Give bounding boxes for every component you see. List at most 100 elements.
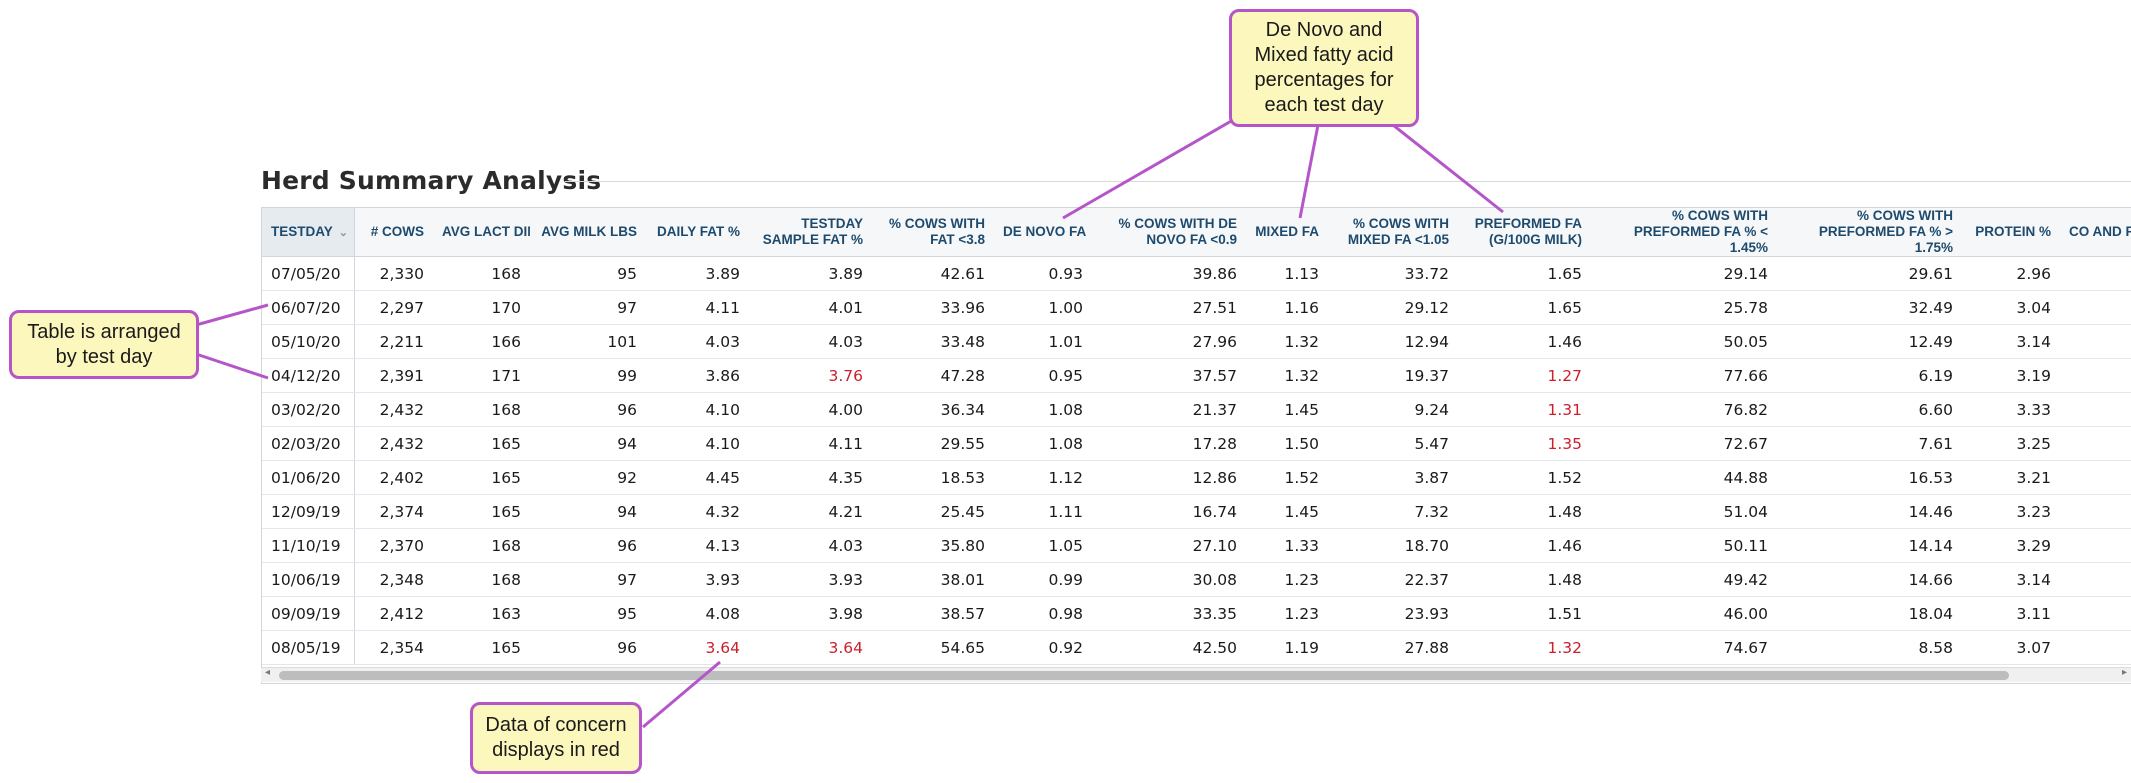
scrollbar-thumb[interactable] (279, 671, 2009, 680)
table-cell-testday: 02/03/20 (262, 426, 355, 461)
table-cell: 4.03 (749, 324, 872, 359)
herd-summary-table: TESTDAY ⌄ # COWS AVG LACT DIM AVG MILK LB… (262, 208, 2131, 665)
table-cell: 166 (433, 324, 530, 359)
column-header-cows-preformed-above[interactable]: % COWS WITH PREFORMED FA % > 1.75% (1777, 208, 1962, 257)
column-header-cows[interactable]: # COWS (354, 208, 433, 257)
arrow-right-icon[interactable]: ▸ (2122, 667, 2127, 678)
table-cell: 3.87 (1328, 460, 1458, 495)
column-header-cows-fat-below[interactable]: % COWS WITH FAT <3.8 (872, 208, 994, 257)
table-cell: 97 (530, 562, 646, 597)
chevron-down-icon[interactable]: ⌄ (339, 227, 348, 239)
table-row[interactable]: 11/10/19 2,370 168 96 4.13 4.03 35.80 1.05 27.10… (262, 528, 2131, 563)
table-cell: 46.00 (1591, 596, 1777, 631)
table-cell: 1.27 (1458, 358, 1591, 393)
table-row[interactable]: 07/05/20 2,330 168 95 3.89 3.89 42.61 0.93 39.86… (262, 256, 2131, 291)
column-header-protein[interactable]: PROTEIN % (1962, 208, 2060, 257)
table-cell: 163 (433, 596, 530, 631)
table-cell: 168 (433, 528, 530, 563)
table-cell: 4.13 (646, 528, 749, 563)
title-divider (565, 181, 2131, 182)
table-row[interactable]: 09/09/19 2,412 163 95 4.08 3.98 38.57 0.98 33.35… (262, 596, 2131, 631)
table-cell: 14.66 (1777, 562, 1962, 597)
table-row[interactable]: 04/12/20 2,391 171 99 3.86 3.76 47.28 0.95 37.57… (262, 358, 2131, 393)
table-cell: 27.96 (1092, 324, 1246, 359)
table-cell: 3.33 (1962, 392, 2060, 427)
table-cell: 168 (433, 562, 530, 597)
table-cell: 1.19 (1246, 630, 1328, 665)
table-cell: 36.34 (872, 392, 994, 427)
table-cell: 76.82 (1591, 392, 1777, 427)
table-cell: 2.96 (1962, 256, 2060, 291)
table-cell: 29.12 (1328, 290, 1458, 325)
leader-line-testday-upper (195, 303, 269, 327)
table-cell (2060, 596, 2131, 631)
table-row[interactable]: 12/09/19 2,374 165 94 4.32 4.21 25.45 1.11 16.74… (262, 494, 2131, 529)
table-cell: 2,297 (354, 290, 433, 325)
table-cell: 3.89 (646, 256, 749, 291)
table-cell: 1.65 (1458, 290, 1591, 325)
table-cell: 12.94 (1328, 324, 1458, 359)
table-cell: 5.47 (1328, 426, 1458, 461)
table-cell: 49.42 (1591, 562, 1777, 597)
table-cell: 16.74 (1092, 494, 1246, 529)
table-cell: 96 (530, 392, 646, 427)
table-cell: 77.66 (1591, 358, 1777, 393)
leader-line-de-novo (1062, 118, 1234, 220)
horizontal-scrollbar[interactable]: ◂ ▸ (261, 667, 2131, 682)
table-row[interactable]: 03/02/20 2,432 168 96 4.10 4.00 36.34 1.08 21.37… (262, 392, 2131, 427)
table-cell: 7.61 (1777, 426, 1962, 461)
table-cell: 3.64 (749, 630, 872, 665)
table-cell: 1.32 (1458, 630, 1591, 665)
table-row[interactable]: 08/05/19 2,354 165 96 3.64 3.64 54.65 0.92 42.50… (262, 630, 2131, 665)
table-cell: 0.98 (994, 596, 1092, 631)
table-cell: 3.29 (1962, 528, 2060, 563)
table-cell: 3.25 (1962, 426, 2060, 461)
column-header-cows-mixed-below[interactable]: % COWS WITH MIXED FA <1.05 (1328, 208, 1458, 257)
table-cell: 4.10 (646, 426, 749, 461)
table-row[interactable]: 05/10/20 2,211 166 101 4.03 4.03 33.48 1.01 27.9… (262, 324, 2131, 359)
table-cell: 3.04 (1962, 290, 2060, 325)
table-cell: 32.49 (1777, 290, 1962, 325)
table-cell: 72.67 (1591, 426, 1777, 461)
column-header-cows-preformed-below[interactable]: % COWS WITH PREFORMED FA % < 1.45% (1591, 208, 1777, 257)
table-cell: 1.32 (1246, 358, 1328, 393)
table-cell: 94 (530, 494, 646, 529)
column-header-preformed-fa[interactable]: PREFORMED FA (G/100G MILK) (1458, 208, 1591, 257)
table-cell: 101 (530, 324, 646, 359)
table-cell: 14.14 (1777, 528, 1962, 563)
table-cell: 96 (530, 528, 646, 563)
table-cell: 21.37 (1092, 392, 1246, 427)
table-cell-testday: 12/09/19 (262, 494, 355, 529)
table-cell: 165 (433, 494, 530, 529)
table-cell: 4.35 (749, 460, 872, 495)
column-header-testday-sample-fat[interactable]: TESTDAY SAMPLE FAT % (749, 208, 872, 257)
table-cell: 1.16 (1246, 290, 1328, 325)
table-cell: 7.32 (1328, 494, 1458, 529)
column-header-truncated[interactable]: CO AND PR (2060, 208, 2131, 257)
column-header-daily-fat[interactable]: DAILY FAT % (646, 208, 749, 257)
column-header-de-novo-fa[interactable]: DE NOVO FA (994, 208, 1092, 257)
table-row[interactable]: 10/06/19 2,348 168 97 3.93 3.93 38.01 0.99 30.08… (262, 562, 2131, 597)
table-cell: 14.46 (1777, 494, 1962, 529)
arrow-left-icon[interactable]: ◂ (265, 667, 270, 678)
column-header-testday[interactable]: TESTDAY ⌄ (262, 208, 355, 257)
column-header-avg-milk-lbs[interactable]: AVG MILK LBS (530, 208, 646, 257)
table-cell: 1.23 (1246, 596, 1328, 631)
table-cell: 29.61 (1777, 256, 1962, 291)
table-cell: 1.45 (1246, 392, 1328, 427)
table-row[interactable]: 02/03/20 2,432 165 94 4.10 4.11 29.55 1.08 17.28… (262, 426, 2131, 461)
table-cell: 1.11 (994, 494, 1092, 529)
table-cell: 2,391 (354, 358, 433, 393)
table-cell: 12.49 (1777, 324, 1962, 359)
leader-line-testday-lower (195, 352, 269, 380)
table-cell: 25.45 (872, 494, 994, 529)
column-header-cows-de-novo-below[interactable]: % COWS WITH DE NOVO FA <0.9 (1092, 208, 1246, 257)
table-cell: 95 (530, 256, 646, 291)
table-cell: 18.04 (1777, 596, 1962, 631)
table-row[interactable]: 06/07/20 2,297 170 97 4.11 4.01 33.96 1.00 27.51… (262, 290, 2131, 325)
table-cell: 38.01 (872, 562, 994, 597)
table-cell: 8.58 (1777, 630, 1962, 665)
column-header-avg-lact-dim[interactable]: AVG LACT DIM (433, 208, 530, 257)
column-header-mixed-fa[interactable]: MIXED FA (1246, 208, 1328, 257)
table-row[interactable]: 01/06/20 2,402 165 92 4.45 4.35 18.53 1.12 12.86… (262, 460, 2131, 495)
